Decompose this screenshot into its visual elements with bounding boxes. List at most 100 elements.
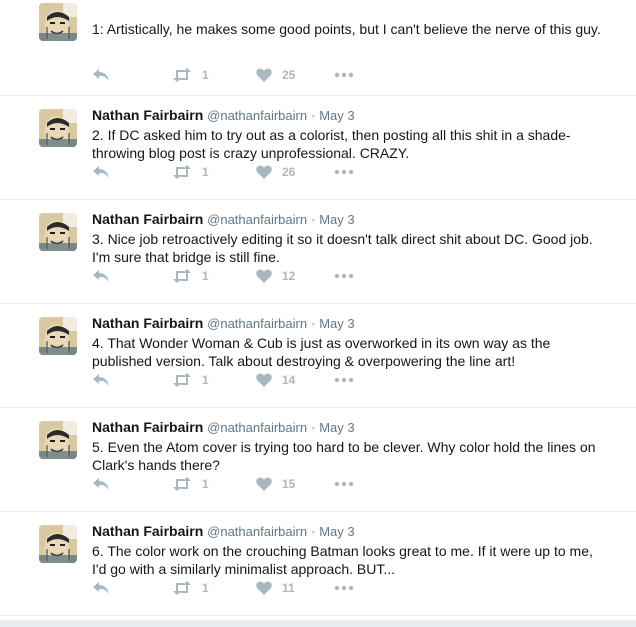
more-button[interactable]	[334, 585, 354, 591]
author-name[interactable]: Nathan Fairbairn	[92, 419, 203, 435]
reply-icon	[92, 477, 110, 491]
tweet-header: Nathan Fairbairn @nathanfairbairn · May …	[92, 314, 606, 333]
reply-button[interactable]	[92, 269, 172, 283]
tweet-actions: 1 14	[92, 371, 354, 389]
reply-icon	[92, 165, 110, 179]
tweet-date[interactable]: May 3	[319, 212, 354, 227]
author-name[interactable]: Nathan Fairbairn	[92, 211, 203, 227]
tweet-text: 6. The color work on the crouching Batma…	[92, 543, 593, 577]
tweet-text: 4. That Wonder Woman & Cub is just as ov…	[92, 335, 551, 369]
avatar[interactable]	[39, 3, 77, 41]
author-handle[interactable]: @nathanfairbairn	[207, 420, 307, 435]
avatar[interactable]	[39, 421, 77, 459]
retweet-icon	[172, 165, 192, 179]
retweet-button[interactable]: 1	[172, 477, 256, 491]
more-icon	[334, 481, 354, 487]
retweet-button[interactable]: 1	[172, 165, 256, 179]
more-icon	[334, 72, 354, 78]
reply-button[interactable]	[92, 581, 172, 595]
author-handle[interactable]: @nathanfairbairn	[207, 316, 307, 331]
author-name[interactable]: Nathan Fairbairn	[92, 315, 203, 331]
reply-icon	[92, 269, 110, 283]
tweet[interactable]: Nathan Fairbairn @nathanfairbairn · May …	[0, 408, 636, 512]
separator: ·	[310, 316, 316, 331]
like-button[interactable]: 26	[256, 165, 334, 179]
retweet-count: 1	[202, 165, 209, 179]
like-button[interactable]: 12	[256, 269, 334, 283]
separator: ·	[310, 108, 316, 123]
separator: ·	[310, 524, 316, 539]
retweet-button[interactable]: 1	[172, 373, 256, 387]
tweet-header: Nathan Fairbairn @nathanfairbairn · May …	[92, 418, 606, 437]
retweet-icon	[172, 581, 192, 595]
like-count: 11	[282, 581, 295, 595]
tweet-date[interactable]: May 3	[319, 420, 354, 435]
like-button[interactable]: 14	[256, 373, 334, 387]
more-button[interactable]	[334, 481, 354, 487]
heart-icon	[256, 477, 272, 491]
like-count: 14	[282, 373, 296, 387]
tweet[interactable]: Nathan Fairbairn @nathanfairbairn · May …	[0, 200, 636, 304]
author-handle[interactable]: @nathanfairbairn	[207, 108, 307, 123]
like-button[interactable]: 15	[256, 477, 334, 491]
more-icon	[334, 169, 354, 175]
tweet-actions: 1 15	[92, 475, 354, 493]
more-button[interactable]	[334, 273, 354, 279]
tweet-header: Nathan Fairbairn @nathanfairbairn · May …	[92, 210, 606, 229]
like-button[interactable]: 25	[256, 68, 334, 82]
like-button[interactable]: 11	[256, 581, 334, 595]
reply-button[interactable]	[92, 477, 172, 491]
retweet-button[interactable]: 1	[172, 581, 256, 595]
bottom-divider	[0, 620, 636, 627]
tweet-actions: 1 12	[92, 267, 354, 285]
avatar[interactable]	[39, 213, 77, 251]
retweet-icon	[172, 68, 192, 82]
separator: ·	[310, 420, 316, 435]
reply-button[interactable]	[92, 68, 172, 82]
more-button[interactable]	[334, 377, 354, 383]
like-count: 12	[282, 269, 296, 283]
tweet-text: 3. Nice job retroactively editing it so …	[92, 231, 593, 265]
avatar[interactable]	[39, 317, 77, 355]
author-name[interactable]: Nathan Fairbairn	[92, 107, 203, 123]
retweet-button[interactable]: 1	[172, 68, 256, 82]
tweet[interactable]: Nathan Fairbairn @nathanfairbairn · May …	[0, 304, 636, 408]
reply-icon	[92, 373, 110, 387]
reply-button[interactable]	[92, 165, 172, 179]
tweet-date[interactable]: May 3	[319, 524, 354, 539]
retweet-count: 1	[202, 68, 209, 82]
retweet-icon	[172, 269, 192, 283]
author-handle[interactable]: @nathanfairbairn	[207, 212, 307, 227]
separator: ·	[310, 212, 316, 227]
tweet-actions: 1 25	[92, 66, 354, 84]
tweet[interactable]: Nathan Fairbairn @nathanfairbairn · May …	[0, 512, 636, 616]
retweet-button[interactable]: 1	[172, 269, 256, 283]
author-handle[interactable]: @nathanfairbairn	[207, 524, 307, 539]
reply-icon	[92, 68, 110, 82]
reply-icon	[92, 581, 110, 595]
more-icon	[334, 377, 354, 383]
avatar[interactable]	[39, 525, 77, 563]
author-name[interactable]: Nathan Fairbairn	[92, 523, 203, 539]
tweet-header: Nathan Fairbairn @nathanfairbairn · May …	[92, 106, 606, 125]
retweet-icon	[172, 477, 192, 491]
tweet-timeline: 1: Artistically, he makes some good poin…	[0, 0, 636, 627]
tweet-date[interactable]: May 3	[319, 316, 354, 331]
heart-icon	[256, 269, 272, 283]
more-button[interactable]	[334, 169, 354, 175]
like-count: 25	[282, 68, 296, 82]
retweet-icon	[172, 373, 192, 387]
retweet-count: 1	[202, 581, 209, 595]
tweet-text: 5. Even the Atom cover is trying too har…	[92, 439, 596, 473]
reply-button[interactable]	[92, 373, 172, 387]
tweet[interactable]: 1: Artistically, he makes some good poin…	[0, 0, 636, 96]
tweet-actions: 1 11	[92, 579, 354, 597]
avatar[interactable]	[39, 109, 77, 147]
tweet[interactable]: Nathan Fairbairn @nathanfairbairn · May …	[0, 96, 636, 200]
tweet-text: 1: Artistically, he makes some good poin…	[92, 21, 601, 37]
more-button[interactable]	[334, 72, 354, 78]
more-icon	[334, 273, 354, 279]
tweet-date[interactable]: May 3	[319, 108, 354, 123]
tweet-text: 2. If DC asked him to try out as a color…	[92, 127, 571, 161]
like-count: 15	[282, 477, 296, 491]
